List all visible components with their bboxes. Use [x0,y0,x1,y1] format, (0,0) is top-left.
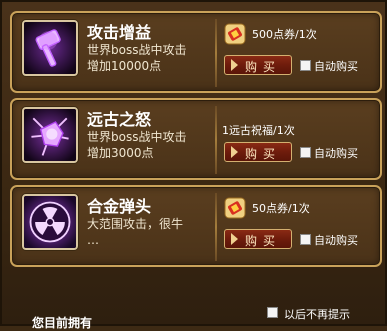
auto-buy-label: 自动购买 [314,60,358,73]
shop-item-card: 攻击增益 世界boss战中攻击 增加10000点 500点券/1次 购买 自动购… [10,11,382,93]
item-description: 世界boss战中攻击 增加3000点 [87,130,187,160]
divider [215,19,217,87]
coupon-icon [224,23,246,45]
dont-show-again-label: 以后不再提示 [284,308,350,321]
item-name: 合金弹头 [87,197,152,216]
shop-panel: 攻击增益 世界boss战中攻击 增加10000点 500点券/1次 购买 自动购… [0,0,387,330]
buy-button-label: 购买 [245,234,282,248]
item-description: 大范围攻击，很牛 … [87,217,184,247]
arrow-right-icon [231,233,238,245]
price-text: 1远古祝福/1次 [222,124,295,137]
owned-label: 您目前拥有 [32,316,93,330]
buy-button-label: 购买 [245,60,282,74]
fist-icon [22,107,78,163]
price-text: 50点券/1次 [252,202,310,215]
auto-buy-checkbox[interactable] [300,234,311,245]
buy-button[interactable]: 购买 [224,142,292,162]
divider [215,193,217,261]
buy-button[interactable]: 购买 [224,55,292,75]
arrow-right-icon [231,59,238,71]
coupon-icon [224,197,246,219]
auto-buy-label: 自动购买 [314,147,358,160]
item-name: 攻击增益 [87,23,152,42]
radiation-icon [22,194,78,250]
item-info: 合金弹头 大范围攻击，很牛 … [18,192,213,260]
shop-item-card: 远古之怒 世界boss战中攻击 增加3000点 1远古祝福/1次 购买 自动购买 [10,98,382,180]
item-name: 远古之怒 [87,110,152,129]
price-text: 500点券/1次 [252,28,317,41]
arrow-right-icon [231,146,238,158]
item-info: 攻击增益 世界boss战中攻击 增加10000点 [18,18,213,86]
item-info: 远古之怒 世界boss战中攻击 增加3000点 [18,105,213,173]
shop-item-card: 合金弹头 大范围攻击，很牛 … 50点券/1次 购买 自动购买 [10,185,382,267]
buy-button-label: 购买 [245,147,282,161]
auto-buy-checkbox[interactable] [300,60,311,71]
auto-buy-checkbox[interactable] [300,147,311,158]
dont-show-again-checkbox[interactable] [267,307,278,318]
hammer-icon [22,20,78,76]
buy-button[interactable]: 购买 [224,229,292,249]
item-description: 世界boss战中攻击 增加10000点 [87,43,187,73]
divider [215,106,217,174]
auto-buy-label: 自动购买 [314,234,358,247]
